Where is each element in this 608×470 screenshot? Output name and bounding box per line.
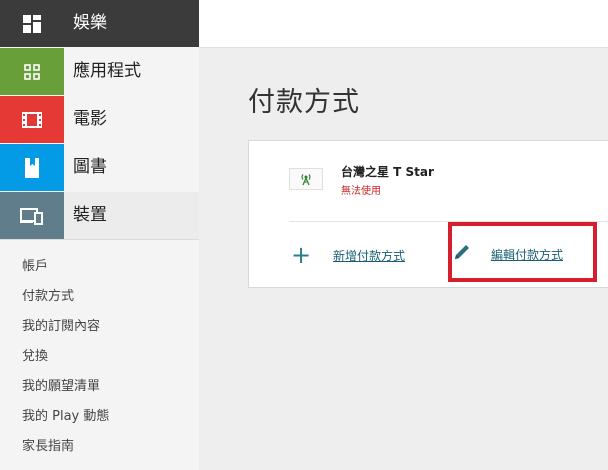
apps-grid-icon <box>0 48 64 95</box>
link-payment-methods[interactable]: 付款方式 <box>22 282 109 312</box>
nav-books-label: 圖書 <box>73 157 107 177</box>
sidebar: 娛樂 應用程式 電影 圖書 裝置 帳戶 付款方式 我的訂閱內容 兌換 我的願望清… <box>0 0 199 470</box>
cell-tower-icon <box>289 168 323 190</box>
nav-movies-label: 電影 <box>73 109 107 129</box>
link-parent-guide[interactable]: 家長指南 <box>22 432 109 462</box>
sidebar-divider <box>0 239 199 240</box>
nav-devices-label: 裝置 <box>73 205 107 225</box>
page-title: 付款方式 <box>248 87 360 118</box>
highlight-box <box>448 222 597 282</box>
nav-apps[interactable]: 應用程式 <box>0 48 199 95</box>
nav-devices[interactable]: 裝置 <box>0 192 199 239</box>
add-payment-method-label: 新增付款方式 <box>333 248 406 263</box>
link-subscriptions[interactable]: 我的訂閱內容 <box>22 312 109 342</box>
account-links: 帳戶 付款方式 我的訂閱內容 兌換 我的願望清單 我的 Play 動態 家長指南 <box>22 252 109 462</box>
devices-icon <box>0 192 64 239</box>
nav-books[interactable]: 圖書 <box>0 144 199 191</box>
link-wishlist[interactable]: 我的願望清單 <box>22 372 109 402</box>
nav-movies[interactable]: 電影 <box>0 96 199 143</box>
film-strip-icon <box>0 96 64 143</box>
payment-method-status: 無法使用 <box>341 186 381 197</box>
plus-icon: + <box>291 241 312 269</box>
entertainment-grid-icon <box>0 0 64 47</box>
link-account[interactable]: 帳戶 <box>22 252 109 282</box>
payment-method-name: 台灣之星 T Star <box>341 165 434 179</box>
top-bar <box>199 0 608 48</box>
link-redeem[interactable]: 兌換 <box>22 342 109 372</box>
link-play-activity[interactable]: 我的 Play 動態 <box>22 402 109 432</box>
redacted-account-number <box>437 163 519 177</box>
nav-apps-label: 應用程式 <box>73 61 141 81</box>
nav-entertainment-label: 娛樂 <box>73 13 107 33</box>
book-icon <box>0 144 64 191</box>
add-payment-method-link[interactable]: + 新增付款方式 <box>291 241 406 269</box>
nav-entertainment[interactable]: 娛樂 <box>0 0 199 47</box>
